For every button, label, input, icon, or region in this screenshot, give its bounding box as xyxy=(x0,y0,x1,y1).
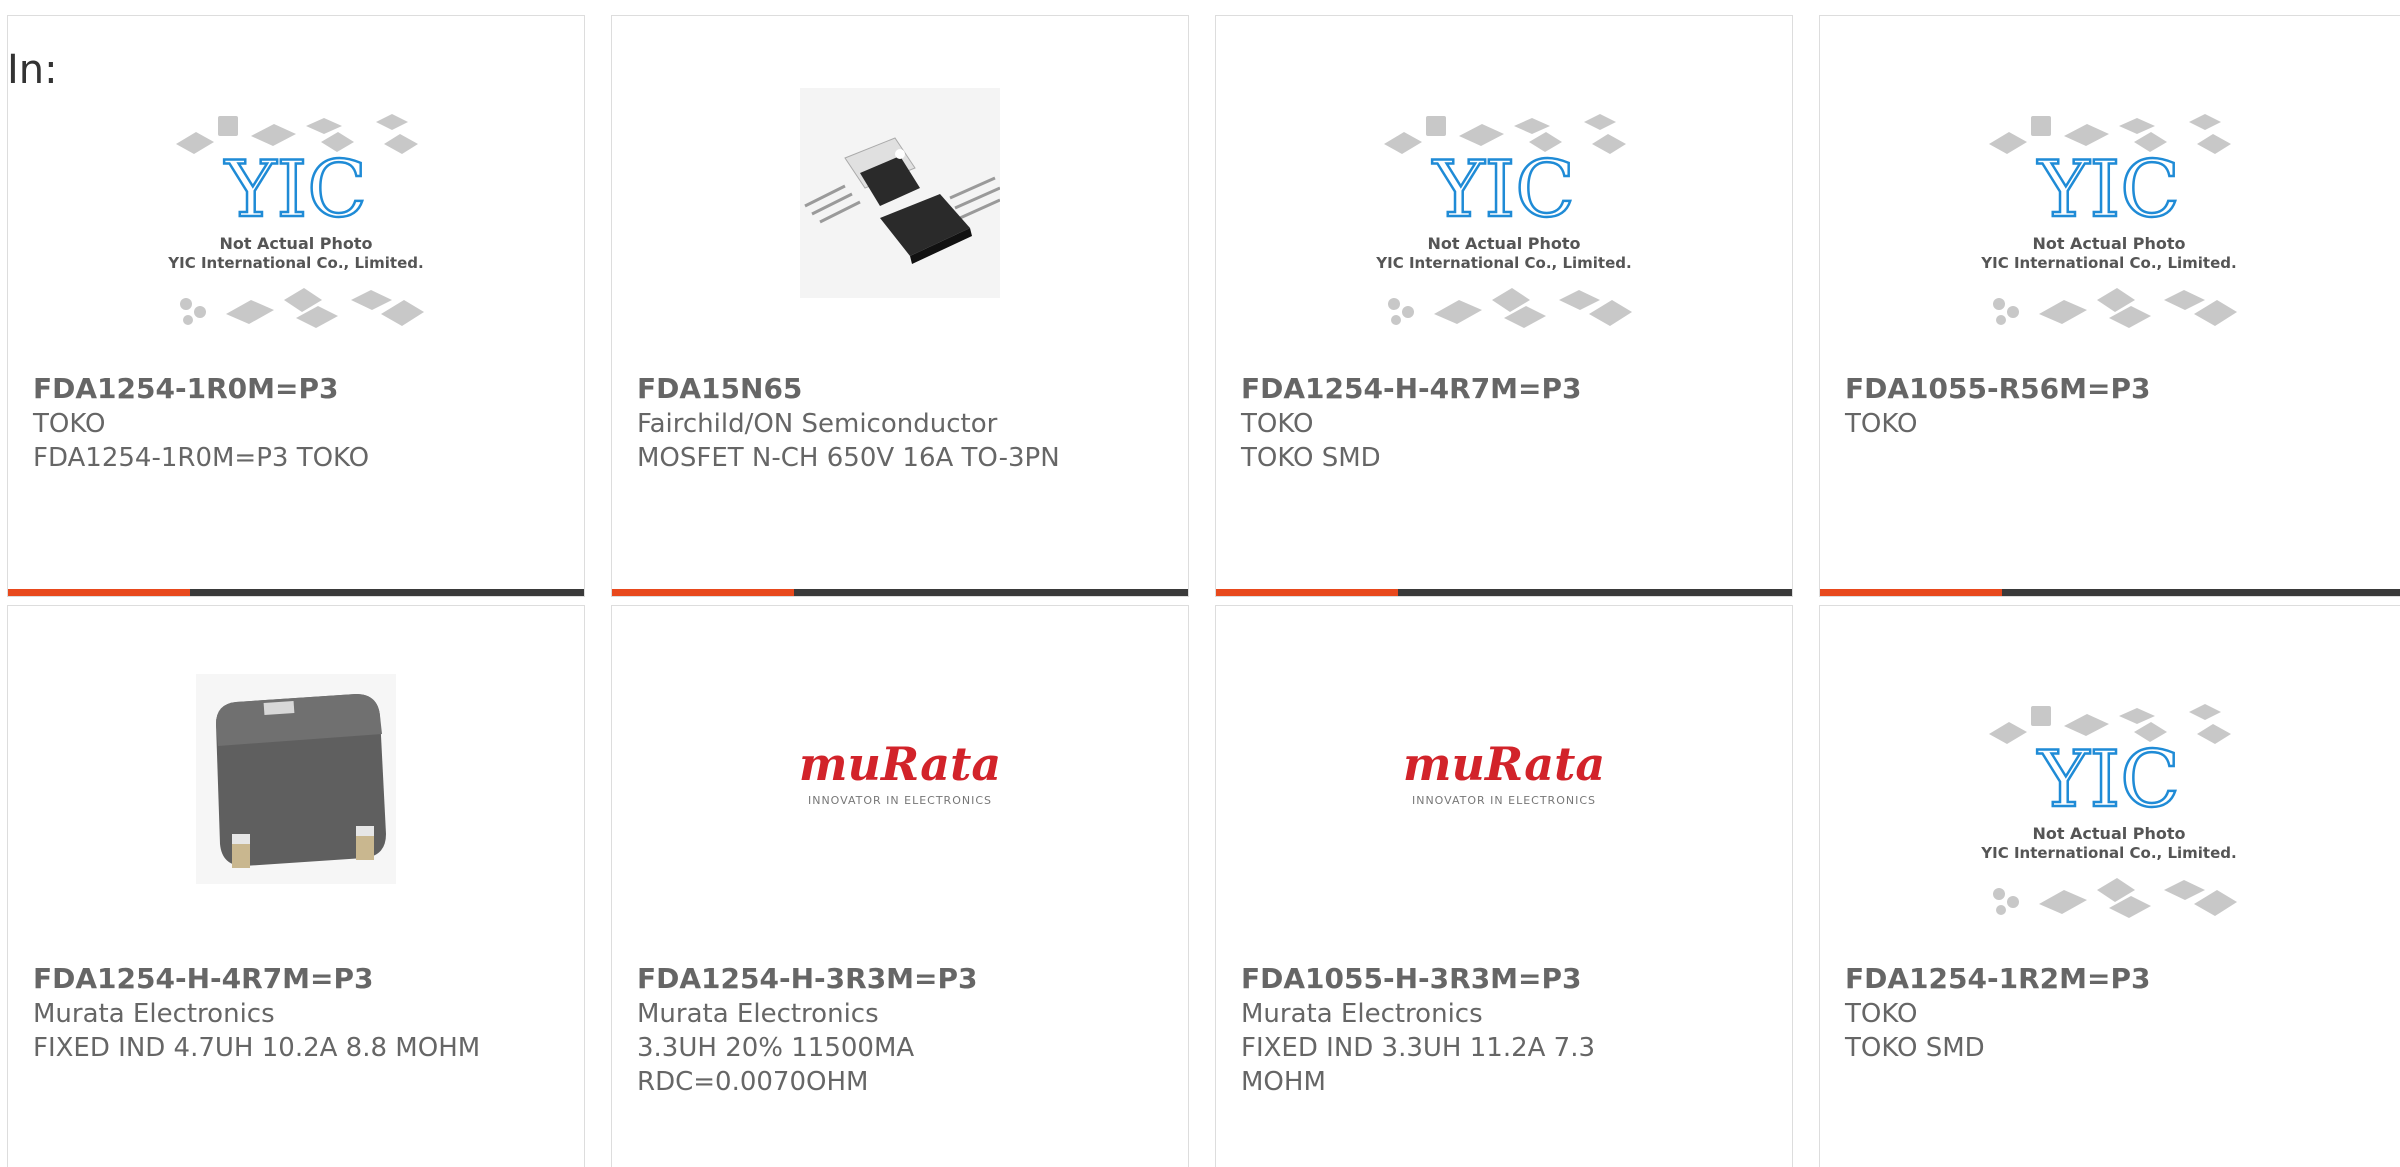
not-actual-photo-image: YIC Not Actual Photo YIC International C… xyxy=(1375,114,1632,328)
yic-logo: YIC xyxy=(224,145,367,235)
yic-logo: YIC xyxy=(2037,735,2180,825)
murata-logo-image: muRata INNOVATOR IN ELECTRONICS xyxy=(799,737,1001,807)
not-actual-photo-image: YIC Not Actual Photo YIC International C… xyxy=(1980,114,2237,328)
smd-inductor-image xyxy=(196,674,396,884)
product-card[interactable]: muRata INNOVATOR IN ELECTRONICS FDA1055-… xyxy=(1215,605,1793,1167)
product-info: FDA1254-H-3R3M=P3 Murata Electronics 3.3… xyxy=(637,961,1168,1099)
manufacturer: Murata Electronics xyxy=(1241,999,1483,1029)
murata-logo: muRata xyxy=(1403,737,1605,791)
company-text: YIC International Co., Limited. xyxy=(1980,844,2236,862)
manufacturer: TOKO xyxy=(1241,409,1314,439)
product-info: FDA1254-1R2M=P3 TOKO TOKO SMD xyxy=(1845,961,2380,1065)
company-text: YIC International Co., Limited. xyxy=(1980,254,2236,272)
murata-logo: muRata xyxy=(799,737,1001,791)
product-info: FDA15N65 Fairchild/ON Semiconductor MOSF… xyxy=(637,371,1168,475)
part-number-link[interactable]: FDA1254-1R2M=P3 xyxy=(1845,961,2380,997)
to3p-transistor-image xyxy=(800,88,1000,298)
card-accent-bar xyxy=(612,589,794,596)
manufacturer: TOKO xyxy=(1845,999,1918,1029)
part-number-link[interactable]: FDA1055-H-3R3M=P3 xyxy=(1241,961,1772,997)
product-card[interactable]: YIC Not Actual Photo YIC International C… xyxy=(7,15,585,597)
product-card[interactable]: FDA1254-H-4R7M=P3 Murata Electronics FIX… xyxy=(7,605,585,1167)
manufacturer: TOKO xyxy=(33,409,106,439)
product-card[interactable]: YIC Not Actual Photo YIC International C… xyxy=(1819,605,2400,1167)
product-card[interactable]: YIC Not Actual Photo YIC International C… xyxy=(1215,15,1793,597)
not-actual-photo-text: Not Actual Photo xyxy=(219,234,372,253)
card-bottom-bar xyxy=(612,589,1188,596)
description: FIXED IND 3.3UH 11.2A 7.3 MOHM xyxy=(1241,1033,1596,1097)
description: MOSFET N-CH 650V 16A TO-3PN xyxy=(637,443,1060,473)
product-grid: In: YIC Not Actual Photo YIC Internation… xyxy=(0,0,2400,1167)
not-actual-photo-text: Not Actual Photo xyxy=(1427,234,1580,253)
yic-logo: YIC xyxy=(1432,145,1575,235)
card-bottom-bar xyxy=(8,589,584,596)
card-accent-bar xyxy=(8,589,190,596)
product-card[interactable]: YIC Not Actual Photo YIC International C… xyxy=(1819,15,2400,597)
not-actual-photo-image: YIC Not Actual Photo YIC International C… xyxy=(167,114,424,328)
part-number-link[interactable]: FDA1254-H-3R3M=P3 xyxy=(637,961,1168,997)
product-card[interactable]: FDA15N65 Fairchild/ON Semiconductor MOSF… xyxy=(611,15,1189,597)
card-accent-bar xyxy=(1820,589,2002,596)
part-number-link[interactable]: FDA1254-H-4R7M=P3 xyxy=(1241,371,1772,407)
part-number-link[interactable]: FDA1254-H-4R7M=P3 xyxy=(33,961,564,997)
part-number-link[interactable]: FDA1254-1R0M=P3 xyxy=(33,371,564,407)
description: TOKO SMD xyxy=(1241,443,1381,473)
murata-tagline: INNOVATOR IN ELECTRONICS xyxy=(808,794,992,807)
not-actual-photo-text: Not Actual Photo xyxy=(2032,824,2185,843)
manufacturer: Fairchild/ON Semiconductor xyxy=(637,409,998,439)
part-number-link[interactable]: FDA15N65 xyxy=(637,371,1168,407)
description: 3.3UH 20% 11500MA RDC=0.0070OHM xyxy=(637,1033,915,1097)
description: FIXED IND 4.7UH 10.2A 8.8 MOHM xyxy=(33,1033,481,1063)
not-actual-photo-image: YIC Not Actual Photo YIC International C… xyxy=(1980,704,2237,918)
murata-tagline: INNOVATOR IN ELECTRONICS xyxy=(1412,794,1596,807)
description: TOKO SMD xyxy=(1845,1033,1985,1063)
filter-label: In: xyxy=(7,47,58,93)
product-info: FDA1055-R56M=P3 TOKO xyxy=(1845,371,2380,441)
manufacturer: TOKO xyxy=(1845,409,1918,439)
product-info: FDA1254-H-4R7M=P3 Murata Electronics FIX… xyxy=(33,961,564,1065)
yic-logo: YIC xyxy=(2037,145,2180,235)
card-bottom-bar xyxy=(1820,589,2400,596)
company-text: YIC International Co., Limited. xyxy=(167,254,423,272)
company-text: YIC International Co., Limited. xyxy=(1375,254,1631,272)
card-bottom-bar xyxy=(1216,589,1792,596)
product-card[interactable]: muRata INNOVATOR IN ELECTRONICS FDA1254-… xyxy=(611,605,1189,1167)
product-info: FDA1254-H-4R7M=P3 TOKO TOKO SMD xyxy=(1241,371,1772,475)
product-info: FDA1055-H-3R3M=P3 Murata Electronics FIX… xyxy=(1241,961,1772,1099)
part-number-link[interactable]: FDA1055-R56M=P3 xyxy=(1845,371,2380,407)
not-actual-photo-text: Not Actual Photo xyxy=(2032,234,2185,253)
manufacturer: Murata Electronics xyxy=(33,999,275,1029)
card-accent-bar xyxy=(1216,589,1398,596)
murata-logo-image: muRata INNOVATOR IN ELECTRONICS xyxy=(1403,737,1605,807)
description: FDA1254-1R0M=P3 TOKO xyxy=(33,443,370,473)
product-info: FDA1254-1R0M=P3 TOKO FDA1254-1R0M=P3 TOK… xyxy=(33,371,564,475)
manufacturer: Murata Electronics xyxy=(637,999,879,1029)
